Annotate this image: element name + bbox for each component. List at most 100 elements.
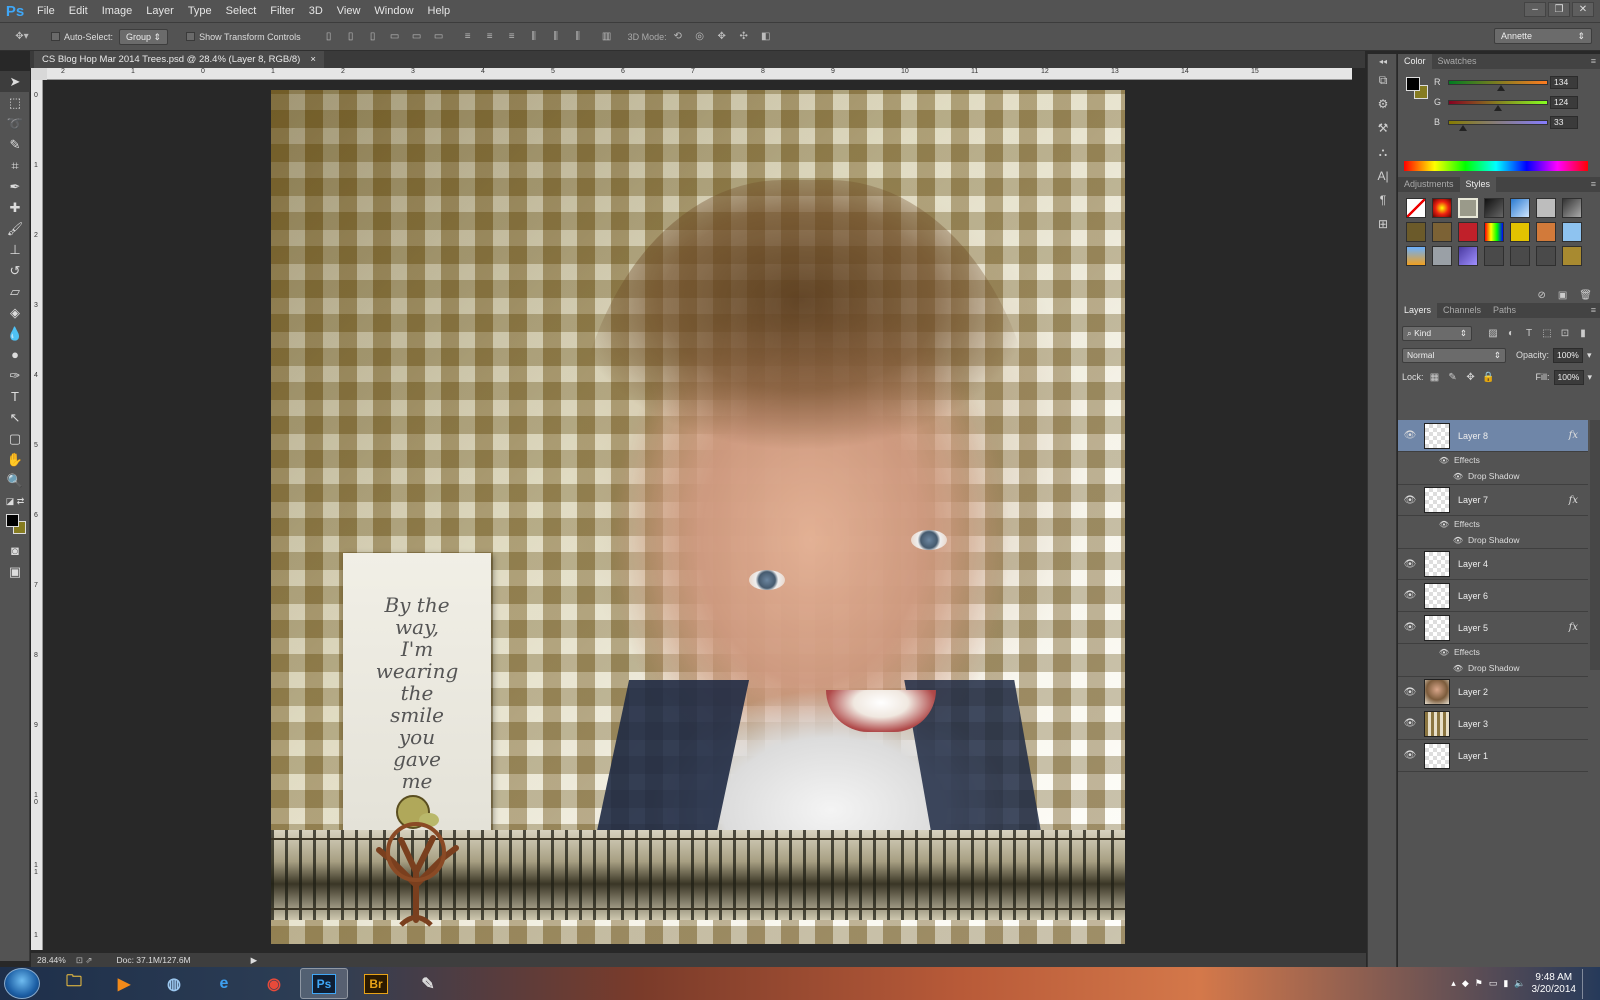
layer-row-layer-3[interactable]: 👁 Layer 3 (1398, 708, 1588, 740)
chrome-taskbar-icon[interactable]: ◉ (250, 968, 298, 999)
minimize-button[interactable]: – (1524, 2, 1546, 17)
color-panel-foreground[interactable] (1406, 77, 1420, 91)
distribute-top-icon[interactable]: ≡ (460, 30, 476, 44)
visibility-eye-icon[interactable]: 👁 (1398, 430, 1422, 441)
layer-row-layer-5[interactable]: 👁 Layer 5 fx (1398, 612, 1588, 644)
lock-all-icon[interactable]: 🔒 (1482, 372, 1496, 383)
effects-eye-icon[interactable]: 👁 (1434, 648, 1454, 657)
layer-name[interactable]: Layer 5 (1458, 623, 1488, 633)
tab-paths[interactable]: Paths (1487, 303, 1522, 318)
visibility-eye-icon[interactable]: 👁 (1398, 559, 1422, 570)
style-swatch[interactable] (1406, 222, 1426, 242)
misc-app-taskbar-icon[interactable]: ✎ (404, 968, 452, 999)
filter-toggle-icon[interactable]: ▮ (1576, 328, 1590, 339)
screen-mode-icon[interactable]: ▣ (0, 561, 30, 582)
document-canvas[interactable]: By the way, I'm wearing the smile you ga… (271, 90, 1125, 944)
layer-row-layer-6[interactable]: 👁 Layer 6 (1398, 580, 1588, 612)
paint-bucket-tool-icon[interactable]: ◈ (0, 302, 30, 323)
style-swatch[interactable] (1432, 246, 1452, 266)
effects-row[interactable]: 👁 Effects (1398, 516, 1588, 532)
drop-shadow-row[interactable]: 👁 Drop Shadow (1398, 660, 1588, 676)
distribute-right-icon[interactable]: ⫼ (570, 30, 586, 44)
style-swatch[interactable] (1510, 198, 1530, 218)
fill-dropdown-icon[interactable]: ▾ (1588, 372, 1593, 383)
style-swatch[interactable] (1510, 246, 1530, 266)
show-desktop-button[interactable] (1582, 968, 1592, 999)
quick-selection-tool-icon[interactable]: ✎ (0, 134, 30, 155)
layer-name[interactable]: Layer 2 (1458, 687, 1488, 697)
align-left-icon[interactable]: ▭ (387, 30, 403, 44)
collapse-panels-icon[interactable]: ◂◂ (1368, 54, 1398, 68)
auto-select-checkbox[interactable] (51, 32, 60, 41)
3d-scale-icon[interactable]: ◧ (758, 30, 774, 44)
visibility-eye-icon[interactable]: 👁 (1398, 687, 1422, 698)
fill-value[interactable]: 100% (1553, 369, 1584, 385)
show-transform-checkbox[interactable] (186, 32, 196, 41)
clock[interactable]: 9:48 AM 3/20/2014 (1532, 972, 1577, 996)
clone-stamp-tool-icon[interactable]: ⊥ (0, 239, 30, 260)
style-swatch[interactable] (1458, 222, 1478, 242)
filter-shape-icon[interactable]: ⬚ (1540, 328, 1554, 339)
dodge-tool-icon[interactable]: ● (0, 344, 30, 365)
align-hcenter-icon[interactable]: ▭ (409, 30, 425, 44)
distribute-left-icon[interactable]: ⫼ (526, 30, 542, 44)
style-swatch[interactable] (1562, 198, 1582, 218)
new-style-icon[interactable]: ▣ (1558, 290, 1567, 301)
style-swatch[interactable] (1536, 222, 1556, 242)
actions-panel-icon[interactable]: ⚙ (1368, 92, 1398, 116)
shape-tool-icon[interactable]: ▢ (0, 428, 30, 449)
align-vcenter-icon[interactable]: ▯ (343, 30, 359, 44)
fx-icon[interactable]: fx (1569, 495, 1578, 506)
layers-scrollbar[interactable] (1590, 420, 1600, 670)
layer-row-layer-7[interactable]: 👁 Layer 7 fx (1398, 484, 1588, 516)
photoshop-taskbar-button[interactable]: Ps (300, 968, 348, 999)
auto-select-dropdown[interactable]: Group ⇕ (119, 28, 169, 45)
foreground-background-swatches[interactable] (0, 512, 29, 540)
blue-value[interactable]: 33 (1550, 115, 1578, 129)
path-selection-tool-icon[interactable]: ↖ (0, 407, 30, 428)
flag-tray-icon[interactable]: ⚑ (1475, 978, 1483, 989)
zoom-tool-icon[interactable]: 🔍 (0, 470, 30, 491)
bridge-taskbar-button[interactable]: Br (352, 968, 400, 999)
style-swatch[interactable] (1562, 222, 1582, 242)
dropbox-tray-icon[interactable]: ◆ (1462, 978, 1469, 989)
drop-shadow-eye-icon[interactable]: 👁 (1448, 664, 1468, 673)
style-swatch[interactable] (1484, 198, 1504, 218)
blur-tool-icon[interactable]: 💧 (0, 323, 30, 344)
effects-row[interactable]: 👁 Effects (1398, 644, 1588, 660)
menu-window[interactable]: Window (367, 0, 420, 23)
styles-panel-menu-icon[interactable]: ≡ (1591, 177, 1600, 192)
ruler-origin[interactable] (31, 68, 47, 80)
fx-icon[interactable]: fx (1569, 622, 1578, 633)
layer-row-layer-8[interactable]: 👁 Layer 8 fx (1398, 420, 1588, 452)
layer-name[interactable]: Layer 1 (1458, 751, 1488, 761)
3d-orbit-icon[interactable]: ⟲ (670, 30, 686, 44)
style-swatch[interactable] (1458, 246, 1478, 266)
eyedropper-tool-icon[interactable]: ✒ (0, 176, 30, 197)
clear-style-icon[interactable]: ⊘ (1537, 290, 1545, 301)
distribute-bottom-icon[interactable]: ≡ (504, 30, 520, 44)
status-info-icon[interactable]: ⊡ ⇗ (76, 955, 93, 966)
close-button[interactable]: ✕ (1572, 2, 1594, 17)
restore-button[interactable]: ❐ (1548, 2, 1570, 17)
move-tool-icon[interactable]: ➤ (0, 71, 30, 92)
delete-style-icon[interactable]: 🗑 (1579, 290, 1592, 301)
style-swatch[interactable] (1484, 222, 1504, 242)
menu-view[interactable]: View (330, 0, 368, 23)
layer-filter-dropdown[interactable]: ⌕ Kind ⇕ (1402, 325, 1472, 341)
eraser-tool-icon[interactable]: ▱ (0, 281, 30, 302)
tab-channels[interactable]: Channels (1437, 303, 1487, 318)
blue-slider[interactable] (1448, 119, 1548, 131)
layer-name[interactable]: Layer 7 (1458, 495, 1488, 505)
filter-smart-object-icon[interactable]: ⊡ (1558, 328, 1572, 339)
menu-layer[interactable]: Layer (139, 0, 181, 23)
character-panel-icon[interactable]: A| (1368, 164, 1398, 188)
network-tray-icon[interactable]: ▮ (1503, 978, 1508, 989)
marquee-tool-icon[interactable]: ⬚ (0, 92, 30, 113)
red-slider[interactable] (1448, 79, 1548, 91)
distribute-vcenter-icon[interactable]: ≡ (482, 30, 498, 44)
align-right-icon[interactable]: ▭ (431, 30, 447, 44)
menu-edit[interactable]: Edit (62, 0, 95, 23)
filter-type-icon[interactable]: T (1522, 328, 1536, 339)
tab-swatches[interactable]: Swatches (1432, 54, 1483, 69)
